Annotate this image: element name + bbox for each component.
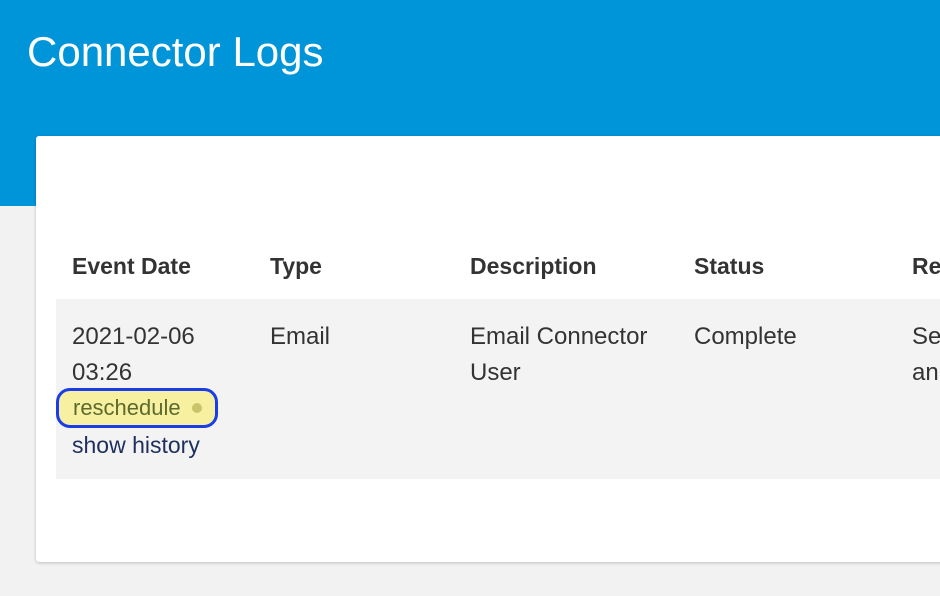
- result-cell: Se an: [912, 319, 940, 391]
- table-row: 2021-02-06 03:26 reschedule show history…: [56, 299, 940, 479]
- description-line-2: User: [470, 359, 521, 386]
- description-cell: Email Connector User: [470, 319, 647, 391]
- reschedule-button[interactable]: reschedule: [56, 388, 218, 428]
- reschedule-label: reschedule: [73, 395, 181, 420]
- event-date-cell: 2021-02-06 03:26: [72, 319, 195, 391]
- column-header-status[interactable]: Status: [694, 251, 764, 281]
- status-dot-icon: [191, 403, 202, 413]
- type-cell: Email: [270, 323, 331, 350]
- show-history-link[interactable]: show history: [72, 430, 200, 460]
- column-header-type[interactable]: Type: [270, 251, 322, 281]
- column-header-event-date[interactable]: Event Date: [72, 251, 191, 281]
- description-line-1: Email Connector: [470, 323, 648, 350]
- column-header-description[interactable]: Description: [470, 251, 597, 281]
- result-line-2: an: [912, 359, 939, 386]
- page-title: Connector Logs: [27, 28, 324, 75]
- event-date-value: 2021-02-06: [72, 323, 195, 350]
- logs-card: Event Date Type Description Status Re 20…: [36, 136, 940, 562]
- event-time-value: 03:26: [72, 359, 133, 386]
- column-header-result[interactable]: Re: [912, 251, 940, 281]
- result-line-1: Se: [912, 323, 940, 350]
- status-cell: Complete: [694, 323, 797, 350]
